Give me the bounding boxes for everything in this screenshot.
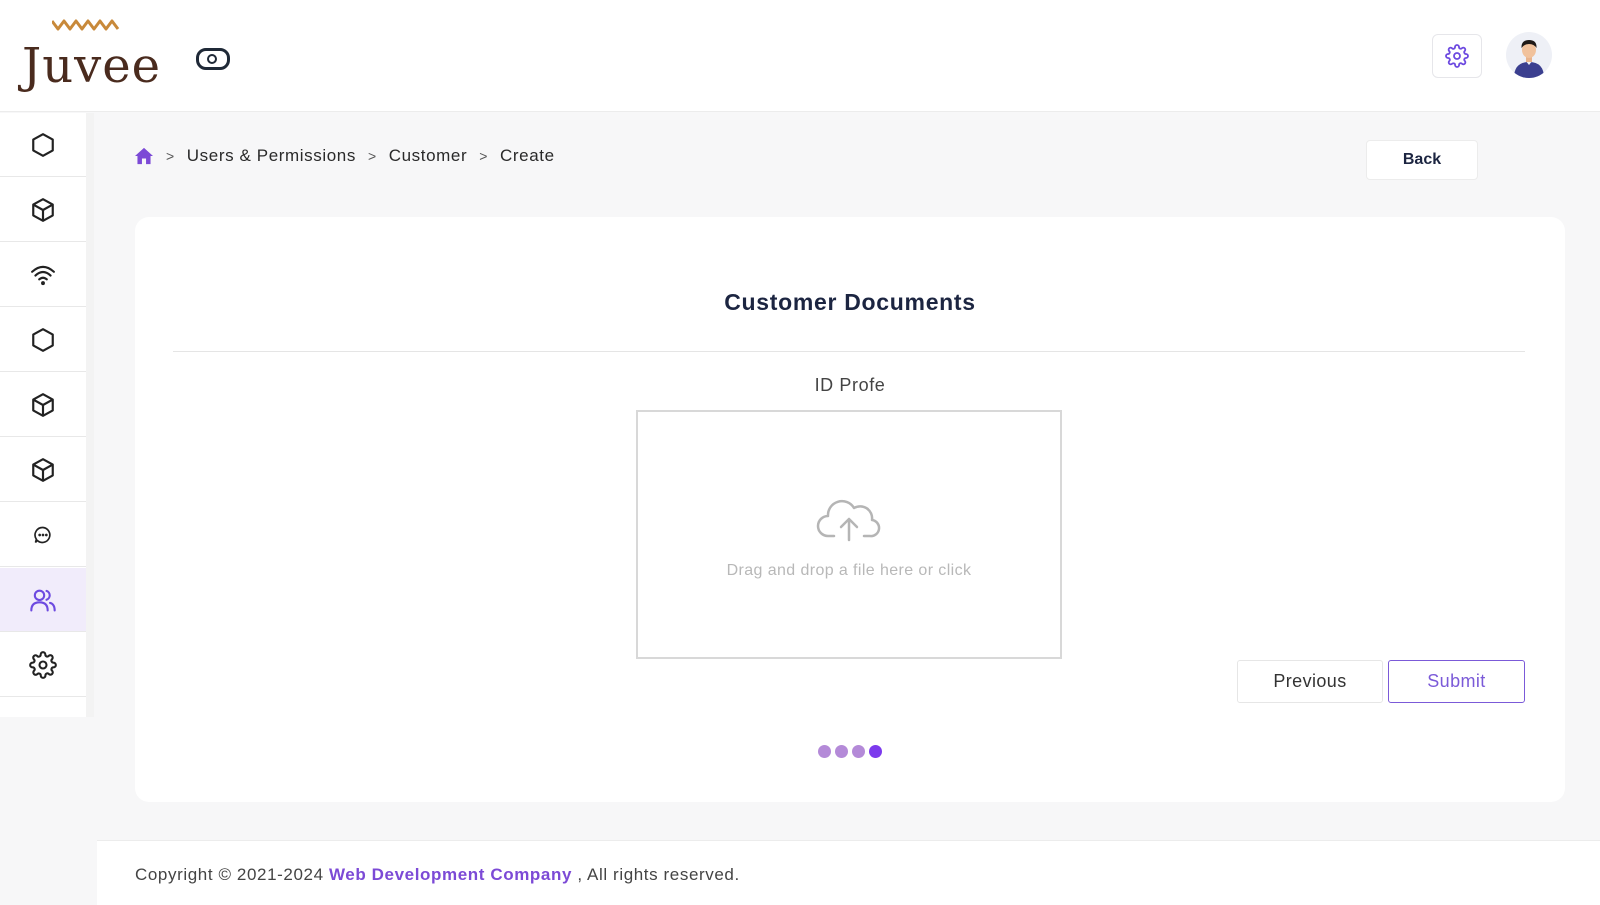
back-button[interactable]: Back: [1366, 140, 1478, 180]
id-proof-dropzone[interactable]: Drag and drop a file here or click: [636, 410, 1062, 659]
breadcrumb-users-permissions[interactable]: Users & Permissions: [187, 146, 356, 166]
dropzone-hint: Drag and drop a file here or click: [726, 562, 972, 579]
sidebar-item-modules[interactable]: [0, 308, 86, 372]
user-avatar-icon: [1514, 40, 1544, 78]
users-icon: [30, 589, 56, 612]
previous-button[interactable]: Previous: [1237, 660, 1383, 703]
page-footer: Copyright © 2021-2024 Web Development Co…: [97, 840, 1600, 905]
company-link[interactable]: Web Development Company: [329, 865, 572, 884]
copyright-suffix: , All rights reserved.: [577, 865, 740, 884]
sidebar-scrollbar[interactable]: [86, 113, 94, 717]
breadcrumb-create: Create: [500, 146, 555, 165]
breadcrumb-separator: >: [479, 148, 488, 164]
home-icon[interactable]: [134, 147, 154, 165]
gear-icon: [29, 650, 57, 679]
copyright-text: Copyright © 2021-2024 Web Development Co…: [135, 865, 740, 885]
title-divider: [173, 351, 1525, 352]
sidebar-item-network[interactable]: [0, 243, 86, 307]
sidebar-item-orders[interactable]: [0, 438, 86, 502]
id-proof-label: ID Profe: [814, 375, 886, 395]
breadcrumb-separator: >: [367, 148, 377, 164]
step-dot-2[interactable]: [835, 745, 848, 758]
hexagon-icon: [32, 327, 54, 352]
logo-zigzag-icon: [52, 19, 120, 31]
breadcrumb-separator: >: [166, 148, 175, 164]
sidebar-nav: [0, 113, 94, 717]
step-indicator: [135, 745, 1565, 758]
sidebar-item-users[interactable]: [0, 568, 86, 632]
hexagon-icon: [32, 132, 54, 157]
brand-logo[interactable]: Juvee: [22, 16, 160, 96]
top-header: Juvee: [0, 0, 1600, 112]
wifi-icon: [31, 265, 55, 285]
sidebar-item-inventory[interactable]: [0, 373, 86, 437]
cube-icon: [32, 457, 54, 482]
cube-icon: [32, 197, 54, 222]
copyright-prefix: Copyright © 2021-2024: [135, 865, 324, 884]
cloud-upload-icon: [816, 499, 881, 542]
sidebar-item-dashboard[interactable]: [0, 113, 86, 177]
step-dot-3[interactable]: [852, 745, 865, 758]
brand-name: Juvee: [22, 38, 162, 94]
user-avatar[interactable]: [1506, 32, 1552, 78]
header-settings-button[interactable]: [1432, 34, 1482, 78]
sidebar-item-products[interactable]: [0, 178, 86, 242]
breadcrumb-customer[interactable]: Customer: [389, 146, 468, 166]
submit-button[interactable]: Submit: [1388, 660, 1525, 703]
sidebar-toggle-button[interactable]: [196, 48, 230, 70]
step-dot-1[interactable]: [818, 745, 831, 758]
sidebar-item-settings[interactable]: [0, 633, 86, 697]
customer-documents-card: Customer Documents ID Profe Drag and dro…: [135, 217, 1565, 802]
step-dot-4[interactable]: [869, 745, 882, 758]
page-title: Customer Documents: [724, 289, 976, 315]
chat-icon: [34, 526, 51, 543]
gear-icon: [1445, 44, 1469, 68]
sidebar-item-messages[interactable]: [0, 503, 86, 567]
breadcrumb: > Users & Permissions > Customer > Creat…: [134, 144, 555, 168]
cube-icon: [32, 392, 54, 417]
